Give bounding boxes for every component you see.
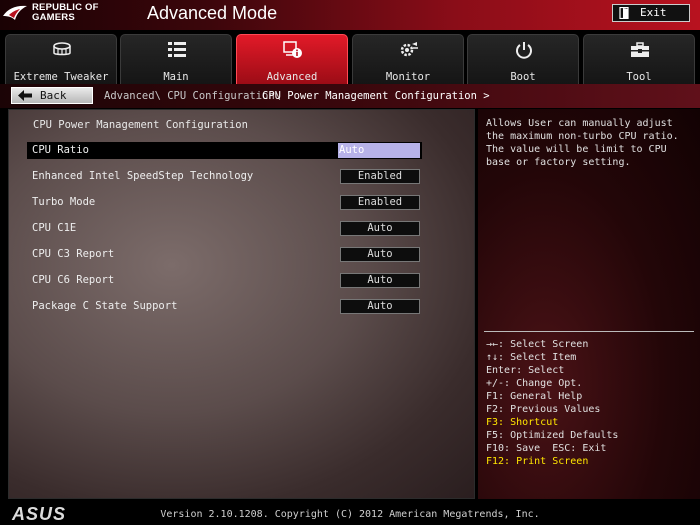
tab-label: Extreme Tweaker — [13, 71, 109, 83]
tab-main[interactable]: Main — [120, 34, 232, 84]
setting-label: Enhanced Intel SpeedStep Technology — [32, 170, 254, 182]
footer: ASUS Version 2.10.1208. Copyright (C) 20… — [0, 503, 700, 525]
tab-bar: Extreme Tweaker Main Advanced Monitor Bo… — [0, 30, 700, 84]
tab-extreme-tweaker[interactable]: Extreme Tweaker — [5, 34, 117, 84]
key-legend: →←: Select Screen ↑↓: Select Item Enter:… — [486, 338, 618, 468]
setting-row-turbo-mode[interactable]: Turbo Mode Enabled — [27, 194, 422, 211]
tab-monitor[interactable]: Monitor — [352, 34, 464, 84]
setting-value-input[interactable]: Auto — [338, 143, 420, 158]
exit-door-icon — [619, 7, 629, 19]
setting-label: Package C State Support — [32, 300, 178, 312]
key-hint: Enter: Select — [486, 365, 565, 376]
monitor-gear-icon — [400, 42, 418, 57]
back-label: Back — [40, 89, 67, 102]
setting-label: Turbo Mode — [32, 196, 96, 208]
brand-line-2: GAMERS — [32, 12, 75, 23]
tab-label: Boot — [510, 71, 536, 83]
help-divider — [484, 331, 694, 332]
setting-label: CPU C3 Report — [32, 248, 115, 260]
key-hint: F10: Save ESC: Exit — [486, 443, 607, 454]
key-hint-print-screen[interactable]: F12: Print Screen — [486, 455, 618, 468]
setting-value-select[interactable]: Auto — [340, 247, 420, 262]
setting-value-select[interactable]: Enabled — [340, 169, 420, 184]
tab-label: Monitor — [385, 71, 431, 83]
setting-row-cpu-c1e[interactable]: CPU C1E Auto — [27, 220, 422, 237]
help-description: Allows User can manually adjust the maxi… — [486, 118, 679, 168]
breadcrumb: Back Advanced\ CPU Configuration\ CPU Po… — [0, 84, 700, 108]
back-arrow-icon — [18, 90, 32, 101]
breadcrumb-current: CPU Power Management Configuration > — [262, 90, 490, 102]
tab-tool[interactable]: Tool — [583, 34, 695, 84]
tab-boot[interactable]: Boot — [467, 34, 579, 84]
section-title: CPU Power Management Configuration — [33, 119, 248, 131]
key-hint: →←: Select Screen — [486, 339, 589, 350]
fan-icon — [53, 42, 71, 56]
setting-value-select[interactable]: Auto — [340, 299, 420, 314]
setting-row-cpu-ratio[interactable]: CPU Ratio Auto — [27, 142, 422, 159]
key-hint: F5: Optimized Defaults — [486, 430, 619, 441]
setting-label: CPU C6 Report — [32, 274, 115, 286]
back-button[interactable]: Back — [11, 87, 93, 104]
brand-text: REPUBLIC OF GAMERS — [32, 3, 99, 23]
tab-label: Advanced — [266, 71, 318, 83]
help-panel: Allows User can manually adjust the maxi… — [478, 109, 700, 499]
setting-value-select[interactable]: Enabled — [340, 195, 420, 210]
key-hint-shortcut[interactable]: F3: Shortcut — [486, 416, 618, 429]
setting-row-package-c-state[interactable]: Package C State Support Auto — [27, 298, 422, 315]
exit-button[interactable]: Exit — [612, 4, 690, 22]
setting-row-cpu-c3-report[interactable]: CPU C3 Report Auto — [27, 246, 422, 263]
key-hint: ↑↓: Select Item — [486, 352, 577, 363]
breadcrumb-path[interactable]: Advanced\ CPU Configuration\ — [104, 90, 281, 102]
tab-advanced[interactable]: Advanced — [236, 34, 348, 84]
version-text: Version 2.10.1208. Copyright (C) 2012 Am… — [160, 509, 540, 520]
header-bar: REPUBLIC OF GAMERS Advanced Mode Exit — [0, 0, 700, 30]
key-hint: F2: Previous Values — [486, 404, 601, 415]
tab-label: Main — [163, 71, 189, 83]
setting-label: CPU Ratio — [32, 144, 89, 156]
toolbox-icon — [631, 42, 649, 57]
setting-value-select[interactable]: Auto — [340, 221, 420, 236]
tab-label: Tool — [626, 71, 652, 83]
setting-label: CPU C1E — [32, 222, 77, 234]
key-hint: F1: General Help — [486, 391, 583, 402]
settings-panel: CPU Power Management Configuration CPU R… — [8, 109, 475, 499]
mode-title: Advanced Mode — [147, 3, 278, 23]
key-hint: +/-: Change Opt. — [486, 378, 583, 389]
list-icon — [168, 42, 186, 57]
power-icon — [516, 42, 532, 59]
exit-label: Exit — [640, 6, 667, 19]
setting-row-cpu-c6-report[interactable]: CPU C6 Report Auto — [27, 272, 422, 289]
advanced-info-icon — [283, 41, 302, 58]
setting-row-speedstep[interactable]: Enhanced Intel SpeedStep Technology Enab… — [27, 168, 422, 185]
setting-value-select[interactable]: Auto — [340, 273, 420, 288]
rog-eye-logo-icon — [3, 5, 27, 20]
